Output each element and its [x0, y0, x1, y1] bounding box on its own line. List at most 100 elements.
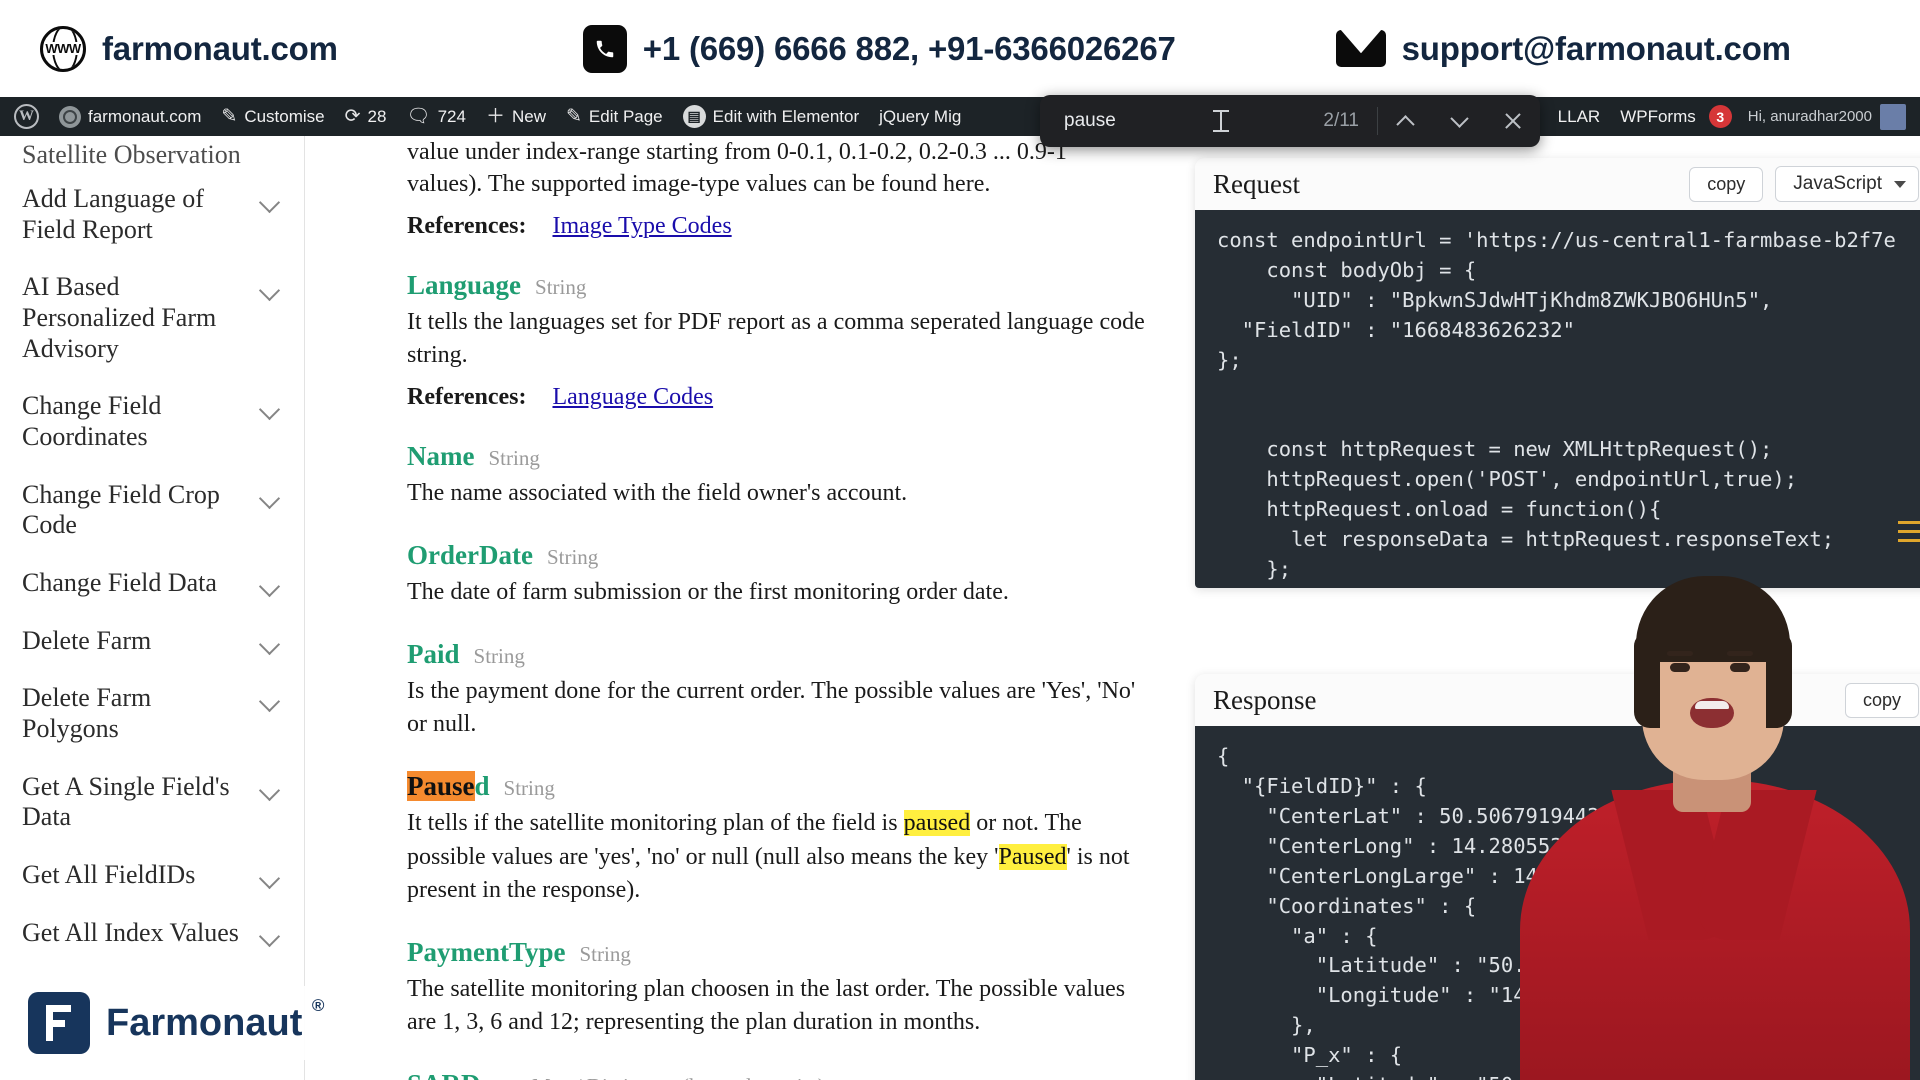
request-panel-title: Request	[1213, 168, 1300, 199]
property-name: Paused	[407, 771, 490, 802]
find-input-value: pause	[1064, 110, 1116, 131]
link-language-codes[interactable]: Language Codes	[552, 384, 713, 411]
property-description: The date of farm submission or the first…	[407, 579, 1009, 606]
adminbar-item-site[interactable]: farmonaut.com	[49, 97, 211, 136]
find-next-button[interactable]	[1432, 95, 1486, 147]
chevron-down-icon	[260, 280, 282, 302]
adminbar-item-edit-page[interactable]: ✎ Edit Page	[556, 97, 673, 136]
contact-phone[interactable]: +1 (669) 6666 882, +91-6366026267	[582, 24, 1176, 73]
sidebar-item-label: Get A Single Field's Data	[22, 771, 230, 832]
adminbar-user-menu[interactable]: Hi, anuradhar2000	[1742, 103, 1920, 130]
pencil-icon: ✎	[566, 106, 582, 127]
logo-bar	[46, 1020, 65, 1027]
adminbar-item-comments[interactable]: 🗨 724	[396, 97, 476, 136]
response-panel-actions: copy	[1844, 682, 1919, 718]
code-panels: Request copy JavaScript const endpointUr…	[1190, 136, 1920, 1080]
adminbar-label-edit-page: Edit Page	[588, 106, 663, 126]
doc-lead-line-1: value under index-range starting from 0-…	[407, 139, 1067, 165]
doc-lead-references: References: Image Type Codes	[407, 213, 1150, 240]
hamburger-bar	[1898, 521, 1920, 524]
find-close-button[interactable]	[1486, 95, 1540, 147]
property-heading: Name String	[407, 441, 1150, 472]
chevron-up-icon	[1395, 114, 1415, 134]
adminbar-item-jquery-migrate[interactable]: jQuery Mig	[869, 97, 971, 136]
sidebar-item-delete-farm[interactable]: Delete Farm	[0, 612, 304, 670]
link-image-type-codes[interactable]: Image Type Codes	[552, 213, 731, 240]
adminbar-label-elementor: Edit with Elementor	[712, 106, 860, 126]
property-heading: Paid String	[407, 639, 1150, 670]
chevron-down-icon	[1449, 108, 1469, 128]
registered-mark: ®	[311, 995, 325, 1015]
property-type: String	[488, 446, 540, 470]
sidebar-item-get-a-single-fields-data[interactable]: Get A Single Field's Data	[0, 758, 304, 846]
wordpress-logo-menu[interactable]: W	[0, 97, 49, 136]
hamburger-menu-icon[interactable]	[1898, 521, 1920, 542]
contact-website-label: farmonaut.com	[102, 29, 338, 67]
adminbar-item-llar[interactable]: LLAR	[1548, 97, 1611, 136]
sidebar-item-get-all-fieldids[interactable]: Get All FieldIDs	[0, 846, 304, 904]
copy-response-button[interactable]: copy	[1844, 682, 1919, 718]
doc-property-language: Language String It tells the languages s…	[407, 270, 1150, 411]
property-description: Is the payment done for the current orde…	[407, 678, 1136, 738]
find-previous-button[interactable]	[1378, 95, 1432, 147]
references-label: References:	[407, 384, 527, 410]
property-heading: SARDays Map / Dictionary (key-value pair…	[407, 1069, 1150, 1080]
docs-sidebar: Satellite Observation Add Language of Fi…	[0, 136, 305, 1080]
sidebar-item-change-field-crop-code[interactable]: Change Field Crop Code	[0, 466, 304, 554]
doc-property-paid: Paid String Is the payment done for the …	[407, 639, 1150, 741]
farmonaut-logo-icon	[28, 992, 90, 1054]
property-type: String	[535, 274, 587, 299]
find-match-counter: 2/11	[1323, 110, 1359, 131]
property-name: Language	[407, 269, 522, 300]
property-name: Paid	[407, 639, 460, 670]
property-heading: OrderDate String	[407, 540, 1150, 571]
status-badge: 3	[1708, 105, 1732, 128]
property-type: Map / Dictionary (key-value pairs)	[532, 1074, 825, 1080]
pencil-icon: ✎	[221, 106, 238, 127]
sidebar-item-ai-based-personalized-farm-advisory[interactable]: AI Based Personalized Farm Advisory	[0, 258, 304, 377]
sidebar-item-label: Add Language of Field Report	[22, 183, 204, 244]
sidebar-item-delete-farm-polygons[interactable]: Delete Farm Polygons	[0, 669, 304, 757]
avatar	[1880, 103, 1906, 130]
adminbar-label-llar: LLAR	[1557, 106, 1601, 126]
adminbar-label-new: New	[511, 106, 546, 126]
adminbar-item-updates[interactable]: ⟳ 28	[335, 97, 397, 136]
copy-request-button[interactable]: copy	[1689, 166, 1764, 202]
property-references: References: Language Codes	[407, 384, 1150, 411]
property-type: String	[579, 941, 631, 966]
adminbar-label-wpforms: WPForms	[1620, 106, 1696, 126]
chevron-down-icon	[260, 576, 282, 598]
site-icon	[59, 105, 81, 128]
comment-icon: 🗨	[406, 106, 431, 127]
sidebar-item-add-language-of-field-report[interactable]: Add Language of Field Report	[0, 170, 304, 258]
contact-email-label: support@farmonaut.com	[1401, 29, 1791, 67]
sidebar-item-label: Change Field Data	[22, 567, 217, 597]
adminbar-label-comments: 724	[437, 106, 466, 126]
find-input[interactable]: pause	[1040, 110, 1323, 132]
sidebar-item-label: Get All Index Values	[22, 917, 239, 947]
contact-website[interactable]: WWW farmonaut.com	[40, 25, 338, 72]
adminbar-item-wpforms[interactable]: WPForms 3	[1610, 97, 1742, 136]
sidebar-item-label: Change Field Crop Code	[22, 479, 220, 540]
hamburger-bar	[1898, 530, 1920, 533]
response-panel: Response copy { "{FieldID}" : { "CenterL…	[1195, 674, 1920, 1080]
wordpress-admin-bar: W farmonaut.com ✎ Customise ⟳ 28 🗨 724 ＋…	[0, 97, 1920, 136]
hamburger-bar	[1898, 539, 1920, 542]
adminbar-item-new[interactable]: ＋ New	[476, 97, 556, 136]
property-type: String	[503, 776, 555, 801]
find-match: paused	[903, 810, 971, 837]
sidebar-item-label: AI Based Personalized Farm Advisory	[22, 272, 217, 363]
chevron-down-icon	[260, 399, 282, 421]
contact-email[interactable]: support@farmonaut.com	[1335, 29, 1791, 68]
adminbar-label-updates: 28	[367, 106, 387, 126]
adminbar-item-customise[interactable]: ✎ Customise	[211, 97, 334, 136]
sidebar-item-change-field-coordinates[interactable]: Change Field Coordinates	[0, 377, 304, 465]
brand-name: Farmonaut ®	[106, 996, 324, 1045]
language-select[interactable]: JavaScript	[1775, 166, 1919, 202]
sidebar-item-label: Delete Farm	[22, 625, 152, 655]
plus-icon: ＋	[485, 106, 505, 127]
sidebar-item-change-field-data[interactable]: Change Field Data	[0, 554, 304, 612]
property-description: It tells the languages set for PDF repor…	[407, 308, 1145, 368]
adminbar-item-elementor[interactable]: ▤ Edit with Elementor	[673, 97, 869, 136]
sidebar-item-get-all-index-values[interactable]: Get All Index Values	[0, 904, 304, 962]
